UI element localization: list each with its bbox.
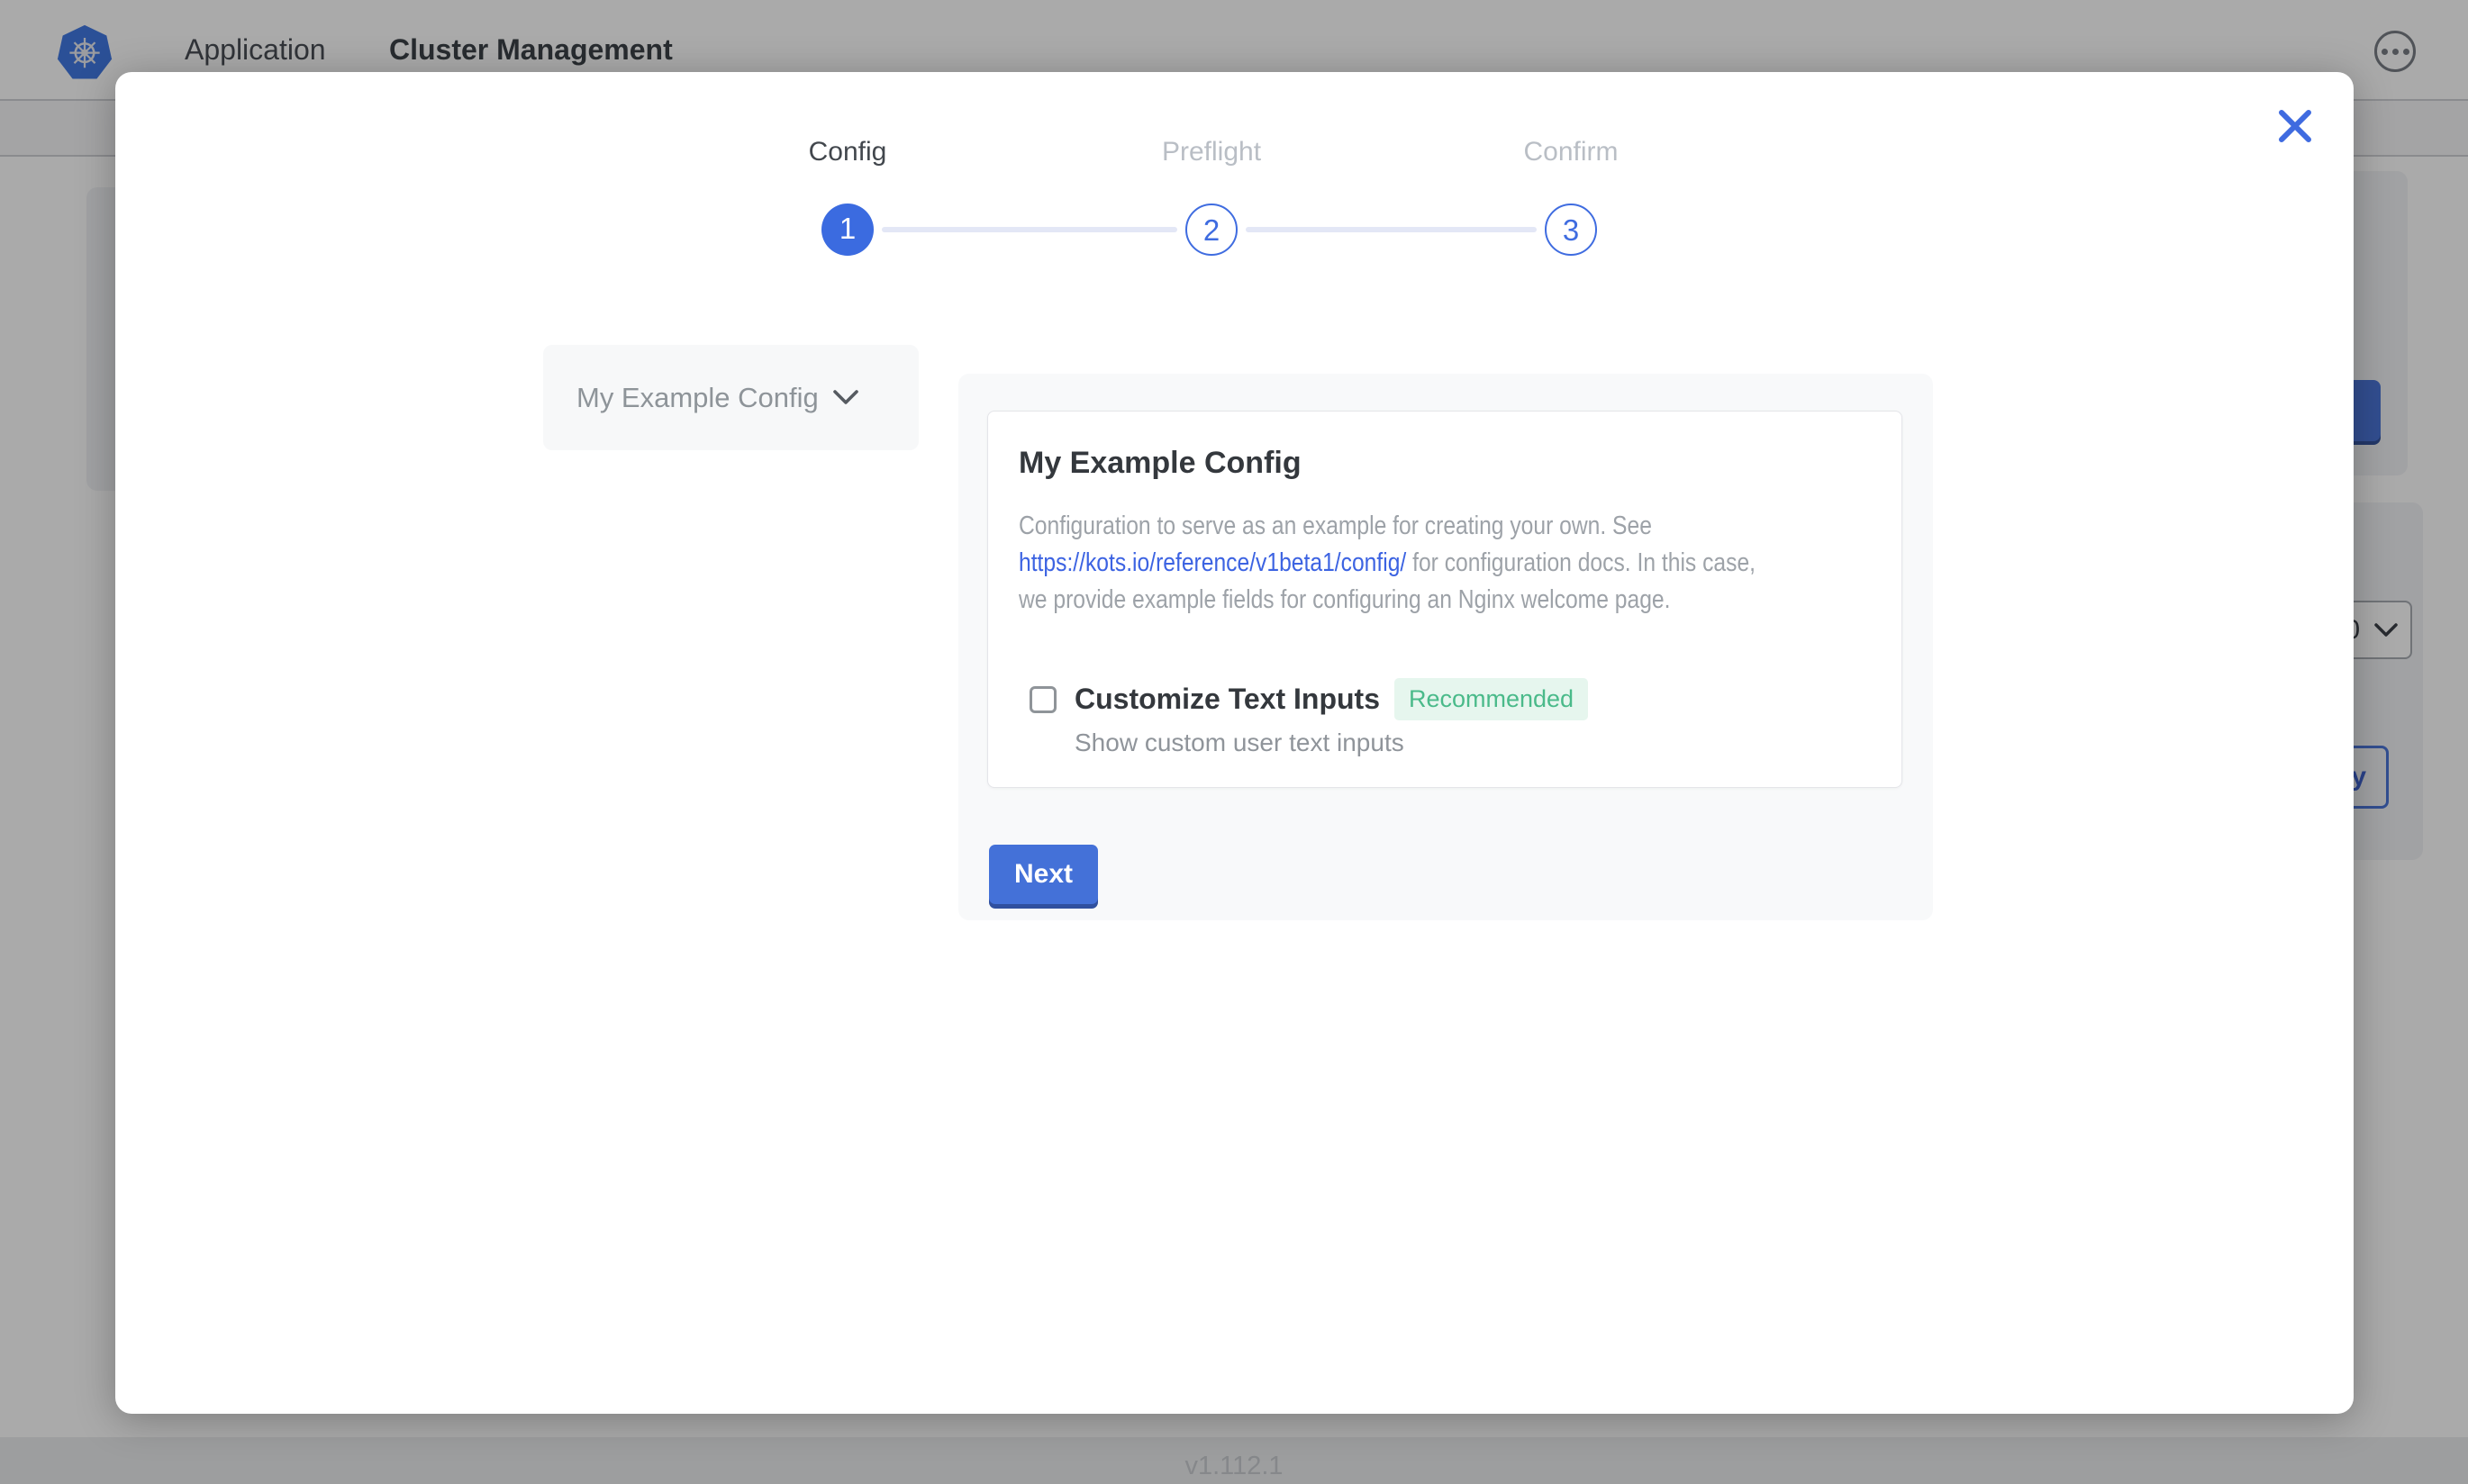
step-connector <box>882 227 1177 232</box>
customize-text-inputs-checkbox[interactable] <box>1030 686 1057 713</box>
config-group-title: My Example Config <box>1019 446 1874 481</box>
step-label-config: Config <box>703 137 992 167</box>
screen: Application Cluster Management 0 y v1.11… <box>0 0 2468 1484</box>
recommended-badge: Recommended <box>1394 678 1588 720</box>
step-circle-confirm[interactable]: 3 <box>1545 204 1597 256</box>
config-panel: My Example Config Configuration to serve… <box>958 374 1933 920</box>
step-label-preflight: Preflight <box>1067 137 1356 167</box>
checkbox-row: Customize Text Inputs Recommended <box>1030 678 1588 720</box>
config-group-dropdown[interactable]: My Example Config <box>543 345 919 450</box>
checkbox-label[interactable]: Customize Text Inputs <box>1075 683 1380 716</box>
chevron-down-icon <box>833 390 858 405</box>
description-text: Configuration to serve as an example for… <box>1019 511 1652 540</box>
close-icon[interactable] <box>2275 106 2315 146</box>
config-wizard-modal: Config Preflight Confirm 1 2 3 My Exampl… <box>115 72 2354 1414</box>
config-group-card: My Example Config Configuration to serve… <box>987 411 1902 788</box>
step-circle-config[interactable]: 1 <box>821 204 874 256</box>
config-group-dropdown-label: My Example Config <box>576 382 819 414</box>
step-connector <box>1246 227 1537 232</box>
checkbox-help-text: Show custom user text inputs <box>1075 728 1404 757</box>
config-docs-link[interactable]: https://kots.io/reference/v1beta1/config… <box>1019 548 1406 577</box>
step-label-confirm: Confirm <box>1427 137 1715 167</box>
next-button[interactable]: Next <box>989 845 1098 904</box>
config-group-description: Configuration to serve as an example for… <box>1019 508 1900 619</box>
step-circle-preflight[interactable]: 2 <box>1185 204 1238 256</box>
